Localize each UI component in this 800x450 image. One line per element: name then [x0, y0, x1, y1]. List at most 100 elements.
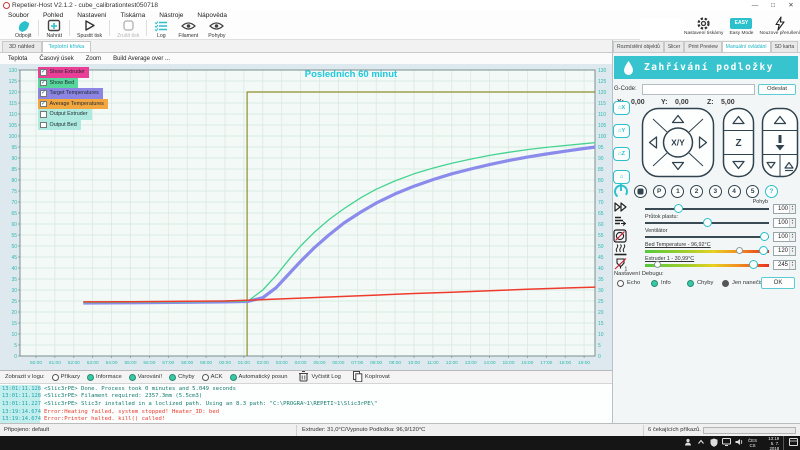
- menu-nastroje[interactable]: Nástroje: [159, 12, 183, 19]
- preset-button-3[interactable]: 3: [709, 185, 722, 198]
- log-action-kop-rovat[interactable]: Kopírovat: [352, 370, 390, 384]
- z-jog-pad[interactable]: Z: [722, 107, 755, 178]
- spinner-arrows-icon[interactable]: ▴▾: [789, 261, 795, 269]
- tray-chevron-up-icon[interactable]: [695, 438, 708, 448]
- debug-toggle-jen-nane-isto[interactable]: [722, 280, 729, 287]
- toolbar-button-nastaven-tisk-rny[interactable]: Nastavení tiskárny: [684, 17, 723, 40]
- checkbox-checked[interactable]: ✓: [40, 101, 47, 108]
- spinner-arrows-icon[interactable]: ▴▾: [789, 205, 795, 213]
- log-filter-varov-n-[interactable]: Varování!: [129, 374, 162, 381]
- chart-menu-zoom[interactable]: Zoom: [86, 56, 101, 62]
- toolbar-button-connect[interactable]: Odpojit: [15, 19, 31, 39]
- home-z-button[interactable]: ⌂Z: [613, 147, 630, 161]
- menu-soubor[interactable]: Soubor: [8, 12, 29, 19]
- chart-menu--asov-sek[interactable]: Časový úsek: [39, 56, 73, 62]
- legend-item-average-temperatures[interactable]: ✓Average Temperatures: [38, 99, 108, 110]
- log-filter-informace[interactable]: Informace: [87, 374, 122, 381]
- debug-toggle-chyby[interactable]: [687, 280, 694, 287]
- notification-icon[interactable]: [787, 438, 800, 448]
- tab-3d-n-hled[interactable]: 3D náhled: [2, 41, 42, 52]
- bed-temp-slider-handle[interactable]: [759, 246, 768, 255]
- bed-temp-slider-handle[interactable]: [736, 247, 743, 254]
- feedrate-value-box[interactable]: 100▴▾: [773, 204, 796, 214]
- language-indicator[interactable]: ČESCS: [748, 438, 757, 448]
- gcode-input[interactable]: [642, 84, 755, 95]
- taskbar-clock[interactable]: 13:195. 7. 2018: [760, 436, 779, 450]
- tab-slicer[interactable]: Slicer: [664, 41, 685, 52]
- minimize-button[interactable]: —: [746, 0, 764, 11]
- menu-pohled[interactable]: Pohled: [43, 12, 63, 19]
- checkbox-unchecked[interactable]: [40, 122, 47, 129]
- debug-toggle-info[interactable]: [651, 280, 658, 287]
- toolbar-button-load[interactable]: Nahrát: [46, 19, 62, 39]
- log-output[interactable]: 13:01:11.128<Slic3rPE> Done. Process too…: [0, 385, 612, 423]
- legend-item-show-extruder[interactable]: ✓Show Extruder: [38, 67, 89, 78]
- fan-slider-track[interactable]: [645, 236, 769, 238]
- spinner-arrows-icon[interactable]: ▴▾: [789, 247, 795, 255]
- checkbox-checked[interactable]: ✓: [40, 69, 47, 76]
- feedrate-slider-track[interactable]: [645, 208, 769, 210]
- log-filter-chyby[interactable]: Chyby: [169, 374, 194, 381]
- preset-button-5[interactable]: 5: [746, 185, 759, 198]
- spinner-arrows-icon[interactable]: ▴▾: [789, 219, 795, 227]
- extruder-temp-slider-handle[interactable]: [749, 260, 758, 269]
- preset-button-4[interactable]: 4: [728, 185, 741, 198]
- tab-print-preview[interactable]: Print Preview: [684, 41, 721, 52]
- toolbar-button-nouzov-p-eru-en-[interactable]: Nouzové přerušení: [759, 17, 800, 40]
- menu-napoveda[interactable]: Nápověda: [197, 12, 227, 19]
- extruder-temp-value-box[interactable]: 245▴▾: [773, 260, 796, 270]
- extruder-temp-slider-handle[interactable]: [654, 261, 661, 268]
- legend-item-output-extruder[interactable]: Output Extruder: [38, 109, 92, 120]
- fan-value-box[interactable]: 100▴▾: [773, 232, 796, 242]
- home-all-button[interactable]: ⌂: [613, 170, 630, 184]
- log-action-vy-istit-log[interactable]: Vyčistit Log: [298, 370, 340, 384]
- legend-item-output-bed[interactable]: Output Bed: [38, 120, 81, 131]
- send-button[interactable]: Odeslat: [758, 84, 796, 95]
- log-filter-ack[interactable]: ACK: [202, 374, 223, 381]
- home-y-button[interactable]: ⌂Y: [613, 124, 630, 138]
- motor-off-button[interactable]: [634, 185, 647, 198]
- flow-value-box[interactable]: 100▴▾: [773, 218, 796, 228]
- preset-button-2[interactable]: 2: [690, 185, 703, 198]
- checkbox-checked[interactable]: ✓: [40, 90, 47, 97]
- menu-nastaveni[interactable]: Nastavení: [77, 12, 106, 19]
- tab-teplotn-k-ivka[interactable]: Teplotní křivka: [42, 41, 92, 52]
- extruder-jog-pad[interactable]: [761, 107, 799, 178]
- feedrate-slider-handle[interactable]: [674, 204, 683, 213]
- chart-menu-build-average-over-[interactable]: Build Average over ...: [113, 56, 170, 62]
- toolbar-button-eye[interactable]: Pohyby: [208, 19, 225, 39]
- tab-manu-ln-ovl-d-n-[interactable]: Manuální ovládání: [722, 41, 771, 52]
- tray-network-icon[interactable]: [720, 438, 733, 448]
- tab-rozm-st-n-objekt-[interactable]: Rozmístění objektů: [613, 41, 664, 52]
- checkbox-checked[interactable]: ✓: [40, 80, 47, 87]
- tray-shield-icon[interactable]: [708, 438, 721, 449]
- bed-temp-slider-track[interactable]: [645, 250, 769, 253]
- menu-tiskarna[interactable]: Tiskárna: [121, 12, 146, 19]
- maximize-button[interactable]: □: [764, 0, 782, 11]
- ok-button[interactable]: OK: [761, 277, 795, 289]
- toolbar-button-eye[interactable]: Filament: [178, 19, 198, 39]
- power-button[interactable]: [613, 183, 629, 199]
- xy-jog-pad[interactable]: X/Y: [641, 107, 715, 178]
- legend-item-target-temperatures[interactable]: ✓Target Temperatures: [38, 88, 103, 99]
- debug-toggle-echo[interactable]: [617, 280, 624, 287]
- checkbox-unchecked[interactable]: [40, 111, 47, 118]
- log-filter-p-kazy[interactable]: Příkazy: [52, 374, 80, 381]
- legend-item-show-bed[interactable]: ✓Show Bed: [38, 78, 78, 89]
- log-filter-automatick-posun[interactable]: Automatický posun: [230, 374, 288, 381]
- show-desktop-button[interactable]: [783, 436, 786, 450]
- bed-temp-value-box[interactable]: 120▴▾: [773, 246, 796, 256]
- tray-volume-icon[interactable]: [733, 438, 746, 448]
- flow-slider-handle[interactable]: [703, 218, 712, 227]
- tray-person-icon[interactable]: [682, 438, 695, 448]
- preset-button-1[interactable]: 1: [671, 185, 684, 198]
- toolbar-button-log[interactable]: Log: [154, 19, 168, 39]
- toolbar-button-easy-mode[interactable]: EASYEasy Mode: [729, 17, 753, 40]
- toolbar-button-stop[interactable]: Zrušit tisk: [117, 19, 139, 39]
- close-button[interactable]: ✕: [782, 0, 800, 11]
- spinner-arrows-icon[interactable]: ▴▾: [789, 233, 795, 241]
- home-x-button[interactable]: ⌂X: [613, 101, 630, 115]
- toolbar-button-play[interactable]: Spustit tisk: [77, 19, 102, 39]
- chart-menu-teplota[interactable]: Teplota: [8, 56, 27, 62]
- tab-sd-karta[interactable]: SD karta: [771, 41, 798, 52]
